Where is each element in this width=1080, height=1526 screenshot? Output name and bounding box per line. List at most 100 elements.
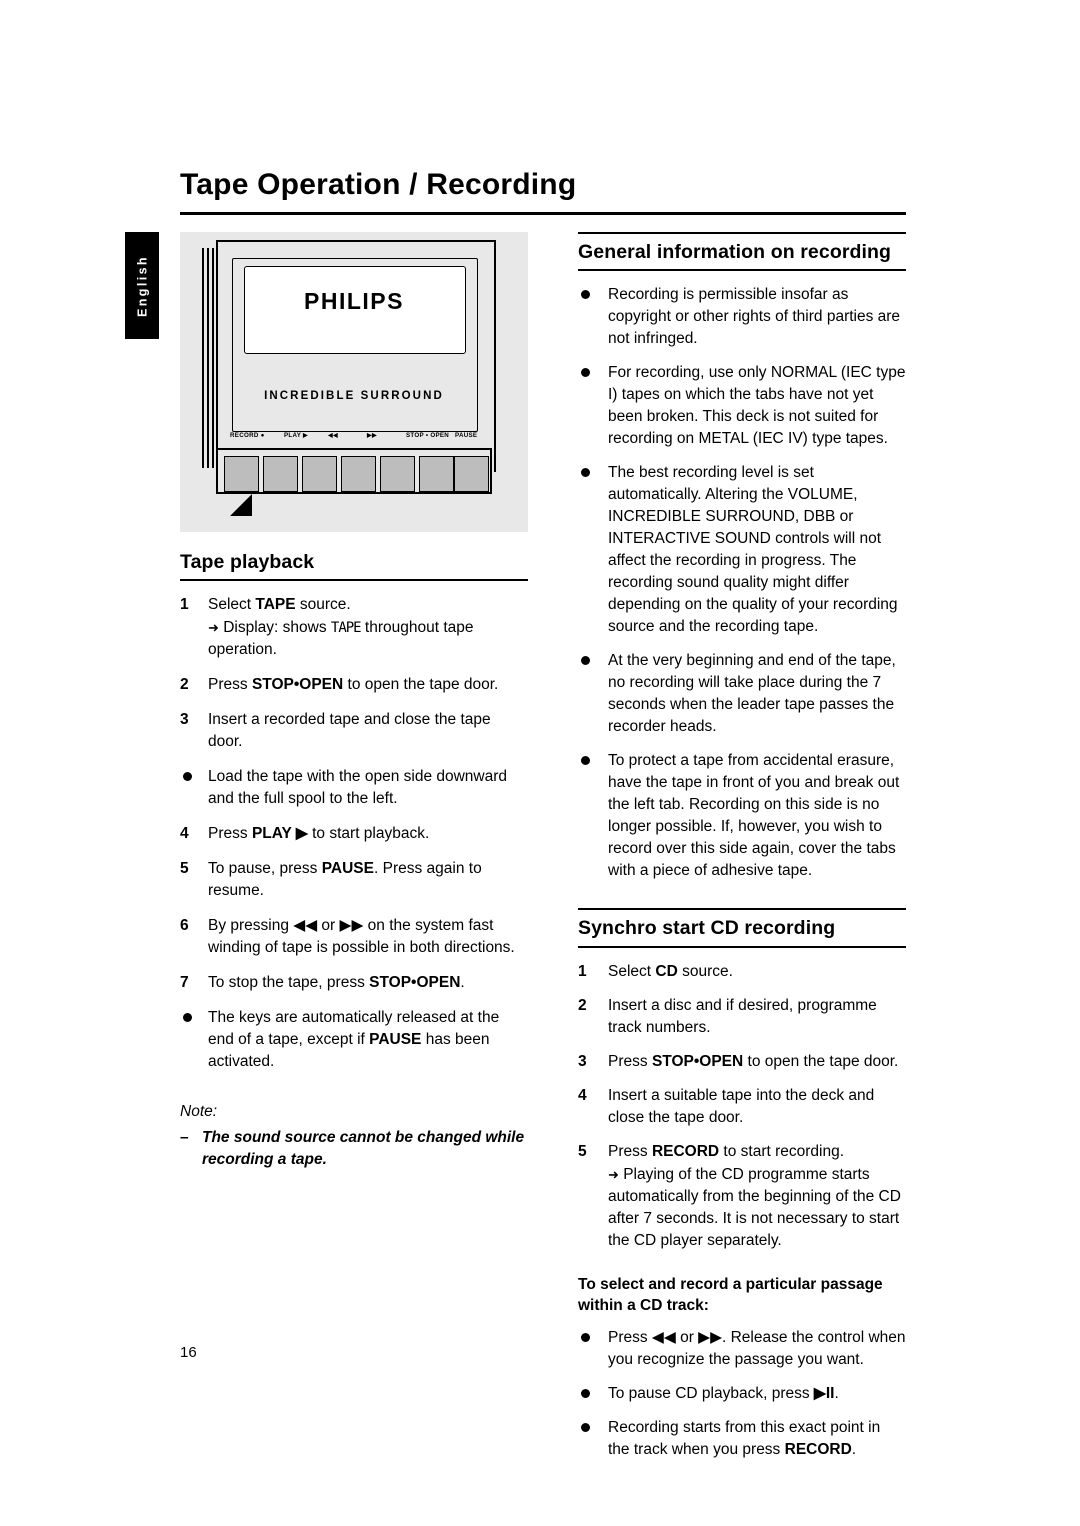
general-info-heading-wrap: General information on recording (578, 240, 906, 272)
synchro-subheading: To select and record a particular passag… (578, 1275, 883, 1315)
tape-playback-section: Tape playback 1 Select TAPE source. ➜ Di… (180, 550, 528, 1171)
bullet-bold: PAUSE (369, 1031, 422, 1049)
step-text: Press (608, 1142, 652, 1160)
bullet-bold: ▶II (813, 1385, 835, 1403)
bullet-item: Recording is permissible insofar as copy… (578, 284, 906, 350)
bullet-text: To pause CD playback, press (608, 1385, 814, 1403)
bullet-icon (581, 1389, 590, 1399)
step-number: 4 (180, 825, 189, 843)
language-tab: English (125, 232, 159, 339)
step-number: 2 (180, 676, 189, 694)
bullet-text: For recording, use only NORMAL (IEC type… (608, 364, 906, 448)
step-number: 6 (180, 917, 189, 935)
step-text: Insert a recorded tape and close the tap… (208, 711, 491, 751)
note-dash: – (180, 1129, 189, 1147)
step-bold: STOP•OPEN (369, 974, 461, 992)
tape-playback-steps: 1 Select TAPE source. ➜ Display: shows T… (180, 594, 528, 753)
deck-keys-row (216, 448, 492, 494)
right-column: General information on recording Recordi… (578, 232, 906, 1473)
step-item: 3 Press STOP•OPEN to open the tape door. (578, 1051, 906, 1073)
step-text: Select (208, 596, 256, 614)
bullet-bold: RECORD (784, 1441, 852, 1459)
tape-playback-heading: Tape playback (180, 551, 315, 573)
step-bold: STOP•OPEN (251, 676, 344, 694)
label-pause: PAUSE (455, 432, 478, 439)
bullet-icon (581, 1423, 590, 1433)
deck-key (224, 456, 259, 492)
step-bold: CD (655, 962, 678, 980)
step-text2: . (460, 974, 465, 992)
step-text: Insert a suitable tape into the deck and… (608, 1086, 875, 1126)
document-page: Tape Operation / Recording English PHILI… (0, 0, 1080, 1526)
bullet-item: Press ◀◀ or ▶▶. Release the control when… (578, 1327, 906, 1371)
note-body-text: The sound source cannot be changed while… (202, 1129, 525, 1169)
general-info-top-rule (578, 232, 906, 234)
step-item: 1 Select TAPE source. ➜ Display: shows T… (180, 594, 528, 661)
deck-button-labels: RECORD ● PLAY ▶ ◀◀ ▶▶ STOP • OPEN PAUSE (230, 432, 480, 444)
bullet-text2: . (834, 1385, 839, 1403)
bullet-text: Press ◀◀ or ▶▶. Release the control when… (608, 1329, 906, 1369)
bullet-item: Load the tape with the open side downwar… (180, 766, 528, 810)
bullet-icon (581, 468, 590, 478)
language-tab-label: English (135, 255, 149, 317)
step-number: 1 (578, 962, 587, 980)
deck-key (454, 456, 489, 492)
deck-key (302, 456, 337, 492)
substep-text: Playing of the CD programme starts autom… (608, 1165, 901, 1249)
tape-playback-steps-2: 4 Press PLAY ▶ to start playback. 5 To p… (180, 823, 528, 994)
step-item: 1 Select CD source. (578, 961, 906, 983)
step-number: 4 (578, 1086, 587, 1104)
step-text: To stop the tape, press (208, 974, 370, 992)
step-text: By pressing ◀◀ or ▶▶ on the system fast … (208, 917, 515, 957)
label-play: PLAY ▶ (284, 432, 309, 439)
bullet-item: Recording starts from this exact point i… (578, 1417, 906, 1461)
synchro-section: Synchro start CD recording 1 Select CD s… (578, 908, 906, 1461)
step-text: Press (208, 825, 252, 843)
step-text: To pause, press (208, 860, 322, 878)
step-item: 7 To stop the tape, press STOP•OPEN. (180, 972, 528, 994)
synchro-heading-wrap: Synchro start CD recording (578, 916, 906, 948)
step-text: Select (608, 962, 656, 980)
arrow-icon: ➜ (608, 1166, 619, 1182)
step-text2: to open the tape door. (343, 676, 499, 694)
tape-playback-heading-wrap: Tape playback (180, 550, 528, 582)
step-bold: STOP•OPEN (651, 1052, 744, 1070)
display-readout: TAPE (330, 620, 362, 637)
title-divider (180, 212, 906, 215)
bullet-item: At the very beginning and end of the tap… (578, 650, 906, 738)
step-text: Insert a disc and if desired, programme … (608, 996, 877, 1036)
bullet-icon (581, 756, 590, 766)
step-text2: to open the tape door. (743, 1052, 899, 1070)
philips-logo: PHILIPS (304, 288, 404, 314)
step-item: 4 Insert a suitable tape into the deck a… (578, 1085, 906, 1129)
deck-key (263, 456, 298, 492)
bullet-text: Recording is permissible insofar as copy… (608, 286, 901, 348)
deck-key (341, 456, 376, 492)
bullet-item: To pause CD playback, press ▶II. (578, 1383, 906, 1405)
step-number: 2 (578, 996, 587, 1014)
step-text2: source. (677, 962, 733, 980)
step-number: 5 (180, 860, 189, 878)
page-title: Tape Operation / Recording (180, 168, 577, 201)
step-text2: to start recording. (719, 1142, 845, 1160)
label-stop-open: STOP • OPEN (406, 432, 450, 439)
step-number: 1 (180, 596, 189, 614)
step-text2: source. (295, 596, 351, 614)
step-substep: ➜ Display: shows TAPE throughout tape op… (208, 617, 528, 661)
bullet-icon (581, 368, 590, 378)
step-bold: PAUSE (321, 860, 374, 878)
step-item: 2 Insert a disc and if desired, programm… (578, 995, 906, 1039)
label-rewind: ◀◀ (328, 432, 339, 439)
deck-base (230, 494, 478, 516)
bullet-text2: . (851, 1441, 857, 1459)
step-bold: TAPE (255, 596, 296, 614)
substep-pre: Display: shows (218, 619, 331, 637)
deck-key (419, 456, 454, 492)
label-forward: ▶▶ (367, 432, 378, 439)
bullet-item: To protect a tape from accidental erasur… (578, 750, 906, 882)
step-item: 4 Press PLAY ▶ to start playback. (180, 823, 528, 845)
step-substep: ➜ Playing of the CD programme starts aut… (608, 1164, 906, 1252)
step-bold: RECORD (651, 1142, 720, 1160)
deck-drawing: PHILIPS INCREDIBLE SURROUND RECORD ● PLA… (202, 240, 506, 525)
step-item: 5 To pause, press PAUSE. Press again to … (180, 858, 528, 902)
